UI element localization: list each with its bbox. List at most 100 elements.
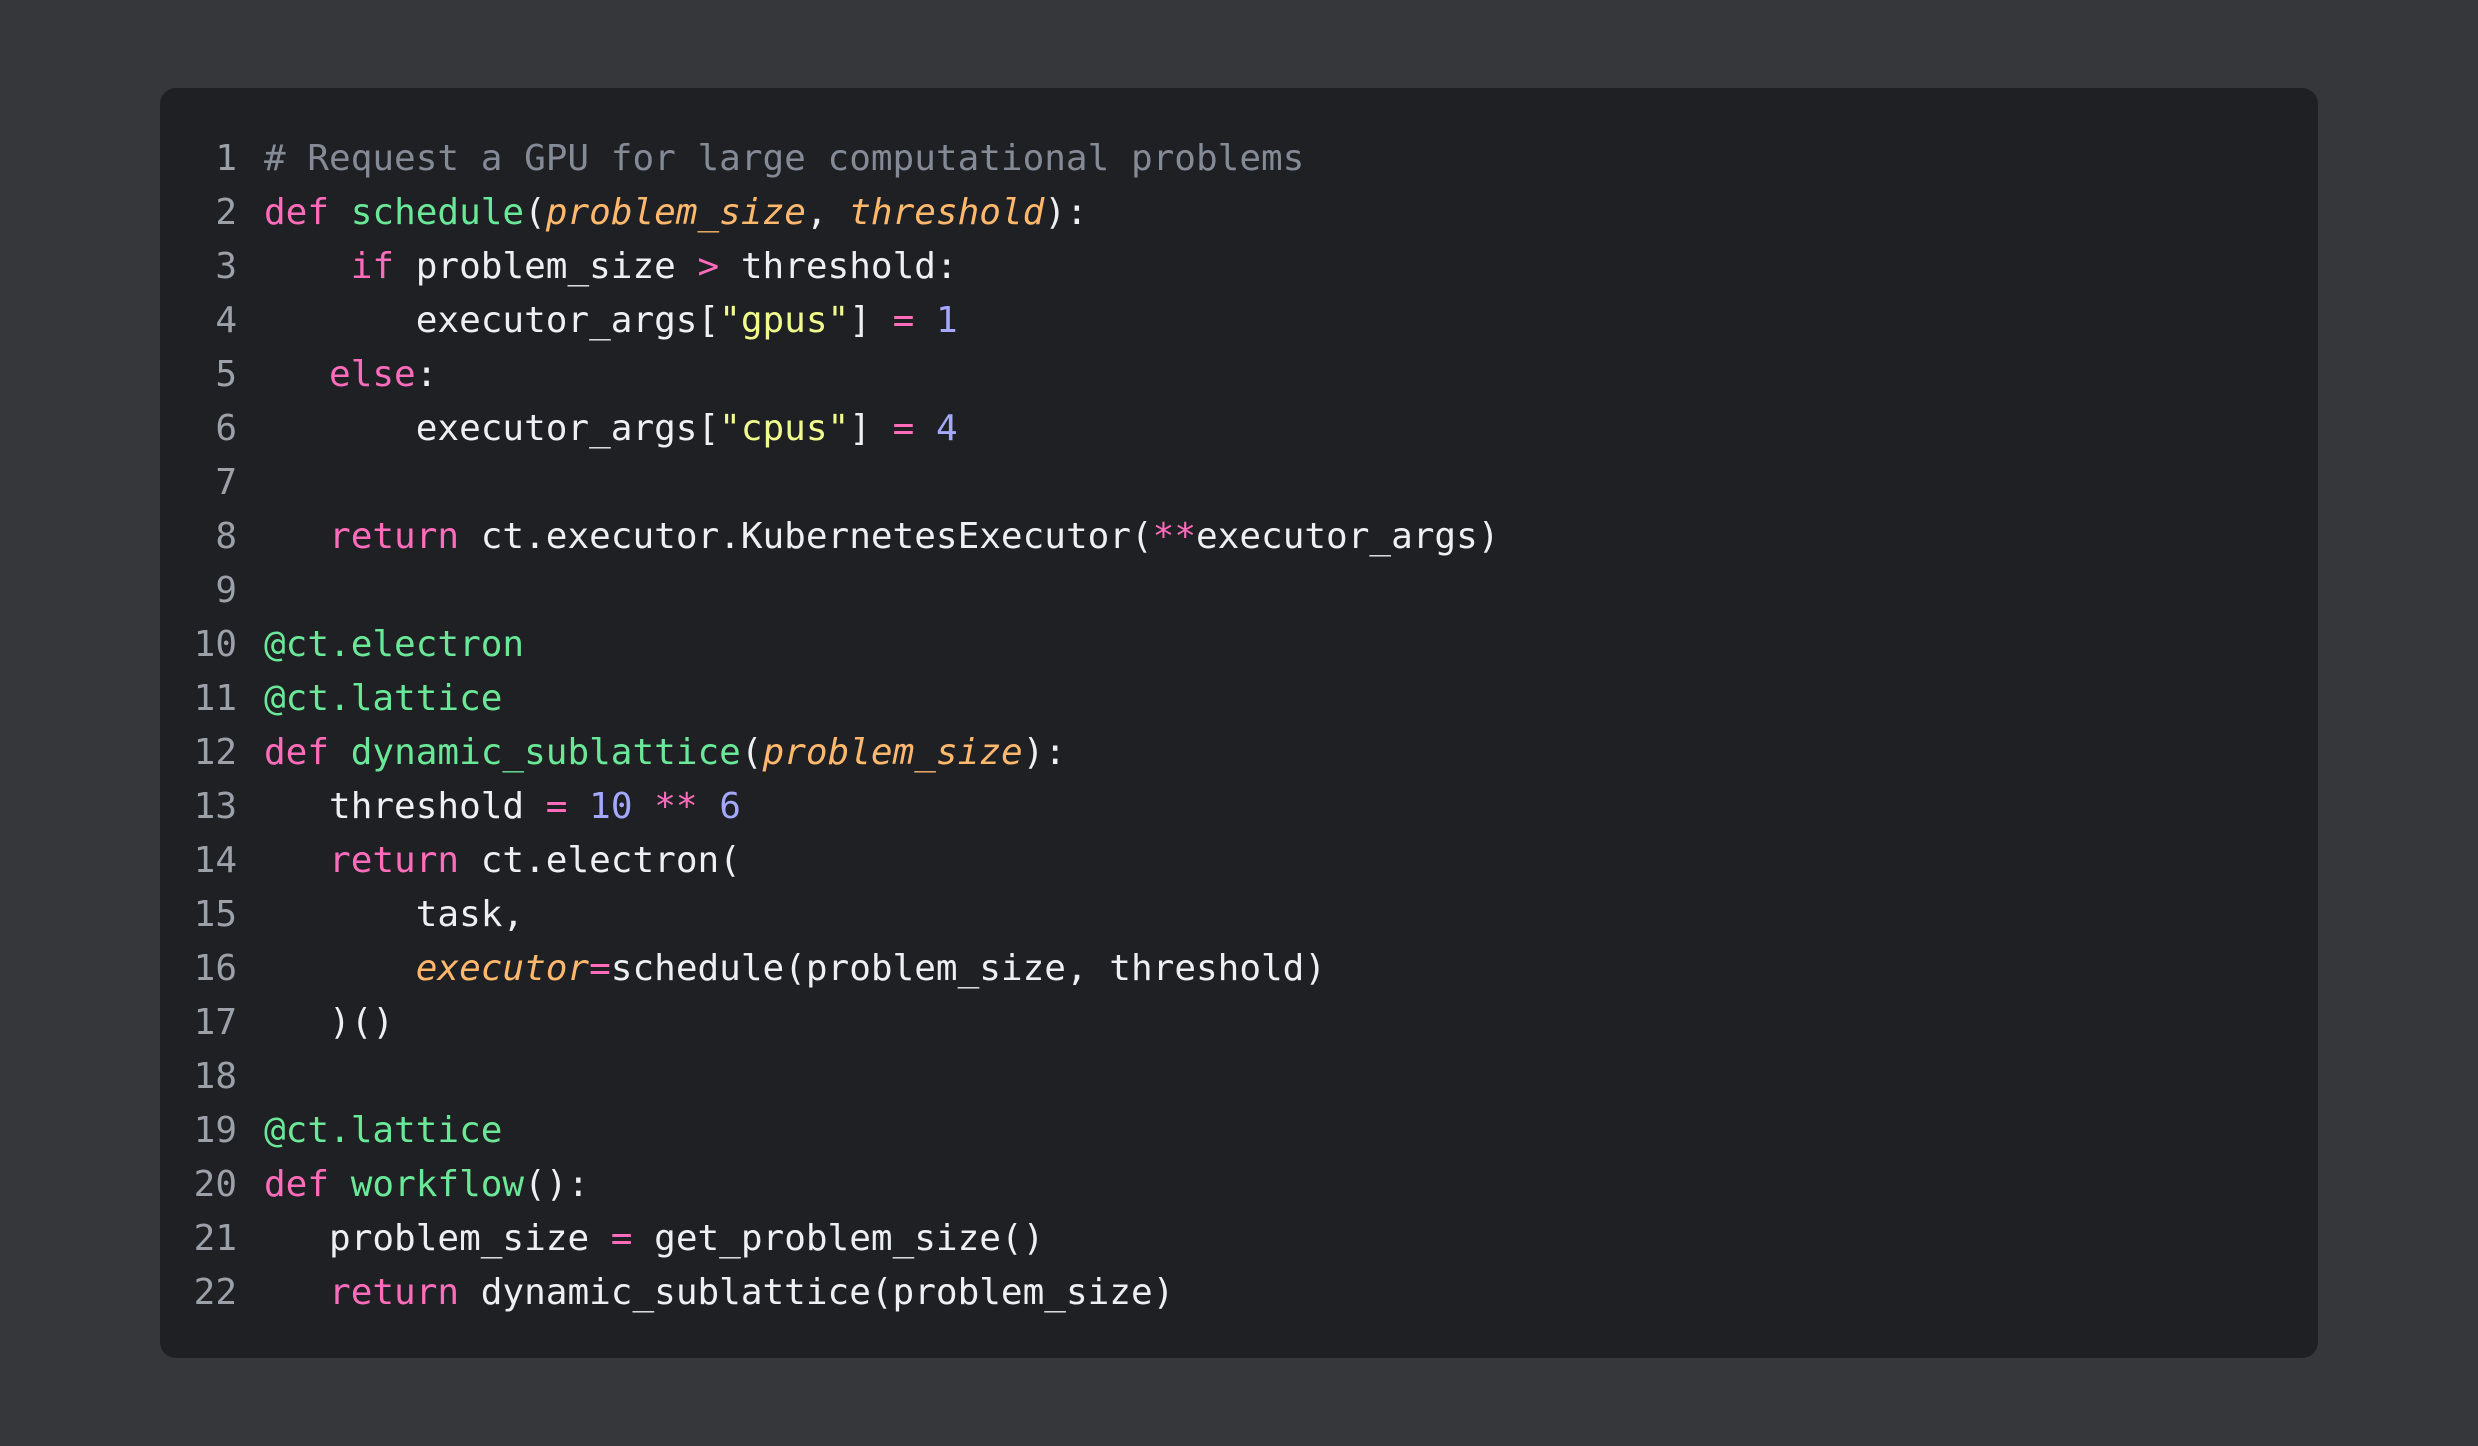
code-line: 7: [160, 456, 2318, 510]
code-line: 5 else:: [160, 348, 2318, 402]
code-token-plain: :: [415, 354, 438, 395]
code-token-number: 1: [935, 300, 958, 341]
code-line: 15 task,: [160, 888, 2318, 942]
code-line: 12 def dynamic_sublattice(problem_size):: [160, 726, 2318, 780]
code-token-number: 10: [589, 786, 633, 827]
line-code: return ct.executor.KubernetesExecutor(**…: [264, 510, 1499, 564]
code-token-plain: schedule(problem_size, threshold): [610, 948, 1327, 989]
code-token-plain: ct.electron(: [459, 840, 741, 881]
code-line: 20 def workflow():: [160, 1158, 2318, 1212]
code-token-plain: executor_args[: [415, 408, 720, 449]
code-line: 2 def schedule(problem_size, threshold):: [160, 186, 2318, 240]
line-code: else:: [264, 348, 437, 402]
code-line: 18: [160, 1050, 2318, 1104]
line-number: 14: [193, 840, 237, 881]
code-token-keyword: return: [329, 1272, 460, 1313]
line-number: 12: [193, 732, 237, 773]
line-number: 9: [215, 570, 237, 611]
line-number: 20: [193, 1164, 237, 1205]
code-token-decorator: @ct.lattice: [264, 1110, 503, 1151]
code-token-decorator: @ct.electron: [264, 624, 525, 665]
code-token-comment: # Request a GPU for large computational …: [264, 138, 1305, 179]
line-code: problem_size = get_problem_size(): [264, 1212, 1044, 1266]
line-code: @ct.electron: [264, 618, 524, 672]
code-token-param: threshold: [849, 192, 1045, 233]
code-line: 13 threshold = 10 ** 6: [160, 780, 2318, 834]
code-line: 8 return ct.executor.KubernetesExecutor(…: [160, 510, 2318, 564]
code-token-plain: executor_args): [1196, 516, 1500, 557]
line-number: 6: [215, 408, 237, 449]
code-token-op: **: [654, 786, 698, 827]
code-line: 3 if problem_size > threshold:: [160, 240, 2318, 294]
code-token-op: =: [610, 1218, 633, 1259]
code-token-number: 4: [935, 408, 958, 449]
line-code: executor_args["cpus"] = 4: [264, 402, 958, 456]
code-token-op: =: [589, 948, 611, 989]
line-number: 4: [215, 300, 237, 341]
code-token-plain: get_problem_size(): [632, 1218, 1045, 1259]
line-number: 22: [193, 1272, 237, 1313]
code-token-keyword: def: [264, 732, 330, 773]
code-line: 10 @ct.electron: [160, 618, 2318, 672]
line-number: 8: [215, 516, 237, 557]
code-token-plain: ():: [524, 1164, 590, 1205]
code-token-func: dynamic_sublattice: [350, 732, 741, 773]
line-number: 2: [215, 192, 237, 233]
code-token-keyword: def: [264, 192, 330, 233]
line-code: return ct.electron(: [264, 834, 741, 888]
line-code: def dynamic_sublattice(problem_size):: [264, 726, 1066, 780]
line-number: 13: [193, 786, 237, 827]
code-line: 17 )(): [160, 996, 2318, 1050]
code-token-decorator: @ct.lattice: [264, 678, 503, 719]
code-window: 1 # Request a GPU for large computational…: [160, 88, 2318, 1358]
line-number: 21: [193, 1218, 237, 1259]
line-code: executor_args["gpus"] = 1: [264, 294, 958, 348]
code-line: 4 executor_args["gpus"] = 1: [160, 294, 2318, 348]
code-token-plain: (: [524, 192, 546, 233]
code-line: 16 executor=schedule(problem_size, thres…: [160, 942, 2318, 996]
line-number: 18: [193, 1056, 237, 1097]
line-code: @ct.lattice: [264, 1104, 502, 1158]
code-lines: 1 # Request a GPU for large computational…: [160, 132, 2318, 1320]
code-token-param: problem_size: [545, 192, 806, 233]
code-line: 11 @ct.lattice: [160, 672, 2318, 726]
code-token-plain: ):: [1044, 192, 1088, 233]
code-token-plain: problem_size: [329, 1218, 611, 1259]
line-code: # Request a GPU for large computational …: [264, 132, 1304, 186]
line-code: task,: [264, 888, 524, 942]
code-token-func: schedule: [350, 192, 525, 233]
code-line: 1 # Request a GPU for large computational…: [160, 132, 2318, 186]
line-code: threshold = 10 ** 6: [264, 780, 741, 834]
code-token-plain: problem_size: [394, 246, 698, 287]
code-token-op: =: [892, 408, 915, 449]
line-number: 1: [215, 138, 237, 179]
code-token-keyword: def: [264, 1164, 330, 1205]
code-token-number: 6: [719, 786, 741, 827]
line-code: def workflow():: [264, 1158, 589, 1212]
code-token-plain: (: [740, 732, 763, 773]
code-token-plain: ]: [849, 300, 893, 341]
line-number: 3: [215, 246, 237, 287]
code-token-op: =: [892, 300, 915, 341]
code-token-plain: ,: [805, 192, 850, 233]
code-token-plain: ]: [849, 408, 893, 449]
code-token-plain: threshold:: [719, 246, 958, 287]
line-number: 11: [193, 678, 237, 719]
code-token-plain: task,: [415, 894, 525, 935]
code-token-plain: ct.executor.KubernetesExecutor(: [459, 516, 1153, 557]
code-token-string: "gpus": [719, 300, 850, 341]
